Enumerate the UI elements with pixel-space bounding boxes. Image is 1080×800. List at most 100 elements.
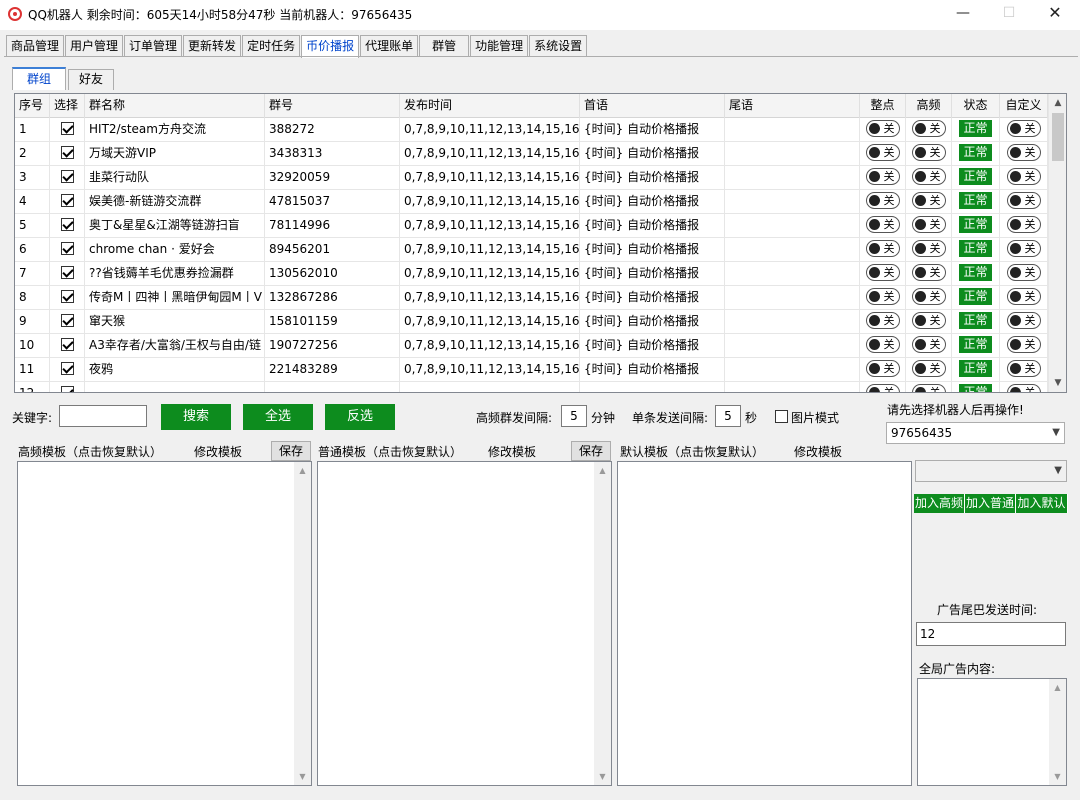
col-header-publish-time[interactable]: 发布时间 xyxy=(400,94,580,118)
table-row[interactable]: 8 传奇M丨四神丨黑暗伊甸园M丨V 132867286 0,7,8,9,10,11,1… xyxy=(15,286,1048,310)
row-custom-toggle[interactable]: 关 xyxy=(1006,240,1041,257)
row-high-freq-toggle[interactable]: 关 xyxy=(911,288,946,305)
col-header-status[interactable]: 状态 xyxy=(952,94,1000,118)
high-template-scrollbar[interactable]: ▲ ▼ xyxy=(294,462,311,785)
status-badge[interactable]: 正常 xyxy=(959,264,992,281)
row-high-freq-toggle[interactable]: 关 xyxy=(911,384,946,392)
row-on-the-hour-toggle[interactable]: 关 xyxy=(865,192,900,209)
row-select-checkbox[interactable] xyxy=(60,314,74,327)
default-template-title[interactable]: 默认模板（点击恢复默认） xyxy=(620,443,764,460)
select-all-button[interactable]: 全选 xyxy=(243,404,313,430)
table-vertical-scrollbar[interactable]: ▲ ▼ xyxy=(1048,94,1066,392)
status-badge[interactable]: 正常 xyxy=(959,336,992,353)
table-row[interactable]: 2 万域天游VIP 3438313 0,7,8,9,10,11,12,13,14,15… xyxy=(15,142,1048,166)
status-badge[interactable]: 正常 xyxy=(959,144,992,161)
row-custom-toggle[interactable]: 关 xyxy=(1006,120,1041,137)
add-to-default-button[interactable]: 加入默认 xyxy=(1016,494,1068,513)
col-header-group-name[interactable]: 群名称 xyxy=(85,94,265,118)
scroll-up-icon[interactable]: ▲ xyxy=(1049,679,1066,696)
high-template-save-button[interactable]: 保存 xyxy=(271,441,311,461)
col-header-tail-text[interactable]: 尾语 xyxy=(725,94,860,118)
status-badge[interactable]: 正常 xyxy=(959,240,992,257)
scroll-down-icon[interactable]: ▼ xyxy=(294,768,311,785)
row-on-the-hour-toggle[interactable]: 关 xyxy=(865,336,900,353)
row-on-the-hour-toggle[interactable]: 关 xyxy=(865,216,900,233)
normal-template-title[interactable]: 普通模板（点击恢复默认） xyxy=(318,443,462,460)
row-custom-toggle[interactable]: 关 xyxy=(1006,168,1041,185)
table-row[interactable]: 3 韭菜行动队 32920059 0,7,8,9,10,11,12,13,14,15,… xyxy=(15,166,1048,190)
add-to-normal-button[interactable]: 加入普通 xyxy=(965,494,1016,513)
row-select-checkbox[interactable] xyxy=(60,362,74,375)
row-select-checkbox[interactable] xyxy=(60,386,74,392)
table-row[interactable]: 4 娱美德-新链游交流群 47815037 0,7,8,9,10,11,12,13,1… xyxy=(15,190,1048,214)
col-header-index[interactable]: 序号 xyxy=(15,94,50,118)
maximize-button[interactable]: ☐ xyxy=(986,0,1032,28)
tab-feature-management[interactable]: 功能管理 xyxy=(470,35,529,57)
keyword-input[interactable] xyxy=(59,405,147,427)
single-interval-input[interactable] xyxy=(715,405,741,427)
high-template-textarea[interactable]: ▲ ▼ xyxy=(17,461,312,786)
table-row[interactable]: 7 ??省钱薅羊毛优惠券捡漏群 130562010 0,7,8,9,10,11,12,… xyxy=(15,262,1048,286)
row-high-freq-toggle[interactable]: 关 xyxy=(911,312,946,329)
tab-group-management[interactable]: 群管 xyxy=(419,35,470,57)
add-to-high-freq-button[interactable]: 加入高频 xyxy=(914,494,965,513)
tab-agent-bills[interactable]: 代理账单 xyxy=(360,35,419,57)
minimize-button[interactable]: — xyxy=(940,0,986,28)
col-header-group-id[interactable]: 群号 xyxy=(265,94,400,118)
row-custom-toggle[interactable]: 关 xyxy=(1006,312,1041,329)
row-custom-toggle[interactable]: 关 xyxy=(1006,216,1041,233)
normal-template-textarea[interactable]: ▲ ▼ xyxy=(317,461,612,786)
row-select-checkbox[interactable] xyxy=(60,338,74,351)
row-high-freq-toggle[interactable]: 关 xyxy=(911,168,946,185)
table-row[interactable]: 1 HIT2/steam方舟交流 388272 0,7,8,9,10,11,12,13… xyxy=(15,118,1048,142)
row-on-the-hour-toggle[interactable]: 关 xyxy=(865,264,900,281)
row-custom-toggle[interactable]: 关 xyxy=(1006,144,1041,161)
col-header-select[interactable]: 选择 xyxy=(50,94,85,118)
row-high-freq-toggle[interactable]: 关 xyxy=(911,192,946,209)
row-custom-toggle[interactable]: 关 xyxy=(1006,192,1041,209)
tab-order-management[interactable]: 订单管理 xyxy=(124,35,183,57)
tab-groups[interactable]: 群组 xyxy=(12,67,66,90)
row-on-the-hour-toggle[interactable]: 关 xyxy=(865,144,900,161)
status-badge[interactable]: 正常 xyxy=(959,312,992,329)
template-type-select[interactable]: ▼ xyxy=(915,460,1067,482)
row-on-the-hour-toggle[interactable]: 关 xyxy=(865,288,900,305)
table-row[interactable]: 10 A3幸存者/大富翁/王权与自由/链 190727256 0,7,8,9,10,1… xyxy=(15,334,1048,358)
row-high-freq-toggle[interactable]: 关 xyxy=(911,144,946,161)
normal-template-scrollbar[interactable]: ▲ ▼ xyxy=(594,462,611,785)
tab-price-broadcast[interactable]: 币价播报 xyxy=(301,35,360,58)
table-row[interactable]: 11 夜鸦 221483289 0,7,8,9,10,11,12,13,14,15,1… xyxy=(15,358,1048,382)
invert-selection-button[interactable]: 反选 xyxy=(325,404,395,430)
scroll-up-icon[interactable]: ▲ xyxy=(594,462,611,479)
row-high-freq-toggle[interactable]: 关 xyxy=(911,120,946,137)
status-badge[interactable]: 正常 xyxy=(959,192,992,209)
row-on-the-hour-toggle[interactable]: 关 xyxy=(865,168,900,185)
row-high-freq-toggle[interactable]: 关 xyxy=(911,360,946,377)
tab-system-settings[interactable]: 系统设置 xyxy=(529,35,588,57)
tab-user-management[interactable]: 用户管理 xyxy=(65,35,124,57)
search-button[interactable]: 搜索 xyxy=(161,404,231,430)
row-custom-toggle[interactable]: 关 xyxy=(1006,360,1041,377)
scroll-down-icon[interactable]: ▼ xyxy=(594,768,611,785)
row-custom-toggle[interactable]: 关 xyxy=(1006,264,1041,281)
scroll-up-icon[interactable]: ▲ xyxy=(1049,94,1066,112)
table-row[interactable]: 5 奥丁&星星&江湖等链游扫盲 78114996 0,7,8,9,10,11,12,1… xyxy=(15,214,1048,238)
row-on-the-hour-toggle[interactable]: 关 xyxy=(865,240,900,257)
row-on-the-hour-toggle[interactable]: 关 xyxy=(865,384,900,392)
row-custom-toggle[interactable]: 关 xyxy=(1006,288,1041,305)
status-badge[interactable]: 正常 xyxy=(959,288,992,305)
row-select-checkbox[interactable] xyxy=(60,146,74,159)
robot-select[interactable]: 97656435 ▼ xyxy=(886,422,1065,444)
status-badge[interactable]: 正常 xyxy=(959,168,992,185)
scroll-up-icon[interactable]: ▲ xyxy=(294,462,311,479)
col-header-custom[interactable]: 自定义 xyxy=(1000,94,1048,118)
col-header-on-the-hour[interactable]: 整点 xyxy=(860,94,906,118)
row-select-checkbox[interactable] xyxy=(60,218,74,231)
scroll-down-icon[interactable]: ▼ xyxy=(1049,374,1066,392)
scrollbar-thumb[interactable] xyxy=(1052,113,1064,161)
col-header-high-freq[interactable]: 高频 xyxy=(906,94,952,118)
tab-friends[interactable]: 好友 xyxy=(68,69,114,90)
ad-time-input[interactable] xyxy=(916,622,1066,646)
high-freq-interval-input[interactable] xyxy=(561,405,587,427)
status-badge[interactable]: 正常 xyxy=(959,384,992,392)
